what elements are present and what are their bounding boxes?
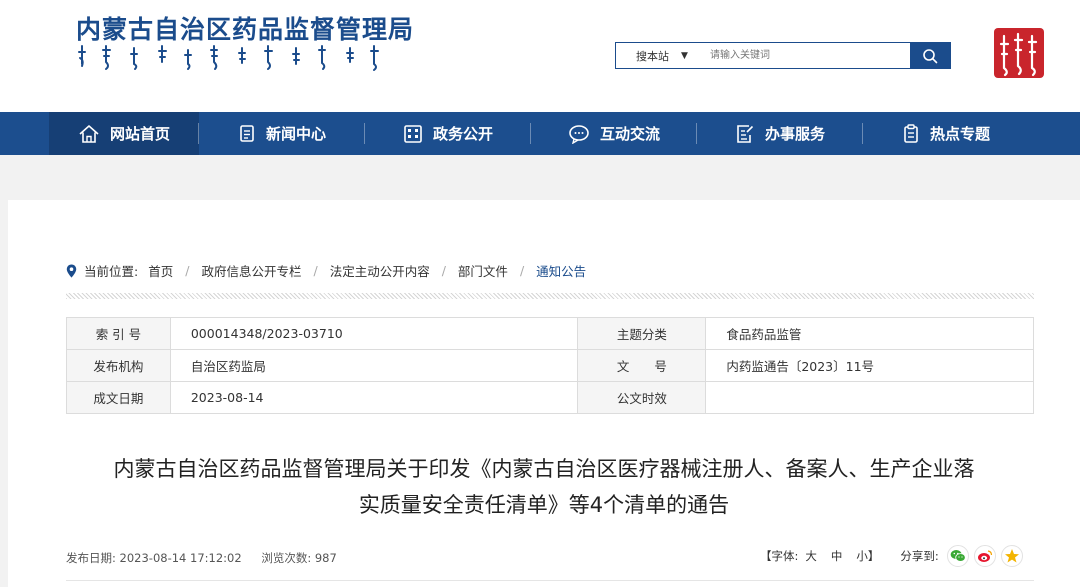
article-title: 内蒙古自治区药品监督管理局关于印发《内蒙古自治区医疗器械注册人、备案人、生产企业…	[58, 451, 1030, 523]
site-title[interactable]: 内蒙古自治区药品监督管理局	[76, 10, 414, 46]
table-row: 索 引 号 000014348/2023-03710 主题分类 食品药品监管	[66, 317, 1034, 350]
article-tools: 【字体: 大 中 小】 分享到:	[760, 545, 1028, 567]
table-row: 成文日期 2023-08-14 公文时效	[66, 381, 1034, 414]
breadcrumb-item-home[interactable]: 首页	[148, 261, 173, 280]
meta-label-topic: 主题分类	[577, 317, 707, 350]
nav-item-label: 办事服务	[764, 125, 825, 143]
meta-label-index: 索 引 号	[66, 317, 171, 350]
meta-value-topic: 食品药品监管	[705, 317, 1034, 350]
meta-label-publisher: 发布机构	[66, 349, 171, 382]
font-size-medium-button[interactable]: 中	[831, 548, 843, 564]
nav-item-label: 新闻中心	[265, 125, 326, 143]
nav-item-label: 网站首页	[109, 125, 170, 143]
mongolian-logo-graphic	[78, 45, 379, 71]
article-meta: 发布日期: 2023-08-14 17:12:02 浏览次数: 987	[66, 550, 353, 566]
font-size-prefix: 【字体:	[760, 549, 799, 563]
article-title-line-1: 内蒙古自治区药品监督管理局关于印发《内蒙古自治区医疗器械注册人、备案人、生产企业…	[113, 457, 975, 481]
breadcrumb-separator: /	[519, 263, 525, 278]
meta-value-publisher: 自治区药监局	[169, 349, 579, 382]
edit-doc-icon	[737, 124, 754, 143]
main-nav: 网站首页 新闻中心 政务公开 互动交流 办事服务 热点专题	[0, 112, 1080, 155]
seal-glyph-graphic	[999, 32, 1038, 77]
share-qzone-button[interactable]	[1000, 545, 1023, 567]
breadcrumb: 当前位置: 首页 / 政府信息公开专栏 / 法定主动公开内容 / 部门文件 / …	[66, 261, 586, 280]
nav-item-label: 热点专题	[929, 125, 990, 143]
hatched-divider	[66, 293, 1034, 299]
weibo-icon	[977, 550, 992, 562]
breadcrumb-separator: /	[313, 263, 318, 278]
nav-item-label: 互动交流	[599, 125, 660, 143]
location-pin-icon	[66, 264, 77, 278]
publish-date: 发布日期: 2023-08-14 17:12:02	[66, 551, 242, 565]
breadcrumb-separator: /	[441, 263, 446, 278]
font-size-large-button[interactable]: 大	[805, 548, 817, 564]
breadcrumb-item-dept-docs[interactable]: 部门文件	[458, 261, 508, 280]
breadcrumb-separator: /	[185, 263, 190, 278]
nav-item-hot-topics[interactable]: 热点专题	[863, 112, 1029, 155]
view-count: 浏览次数: 987	[261, 551, 337, 565]
content-divider	[66, 580, 1034, 581]
star-icon	[1004, 549, 1019, 563]
search-input[interactable]	[708, 43, 910, 68]
search-button[interactable]	[910, 43, 950, 68]
meta-label-validity: 公文时效	[577, 381, 707, 414]
chat-icon	[569, 124, 589, 144]
report-icon	[904, 123, 918, 143]
share-weibo-button[interactable]	[973, 545, 996, 567]
article-title-line-2: 实质量安全责任清单》等4个清单的通告	[358, 493, 730, 517]
nav-item-news[interactable]: 新闻中心	[199, 112, 365, 155]
home-icon	[79, 124, 99, 143]
nav-item-home[interactable]: 网站首页	[49, 112, 199, 155]
document-meta-table: 索 引 号 000014348/2023-03710 主题分类 食品药品监管 发…	[66, 317, 1034, 414]
nav-item-label: 政务公开	[432, 125, 493, 143]
meta-value-validity	[705, 381, 1034, 414]
share-label: 分享到:	[900, 549, 939, 563]
search-icon	[923, 48, 938, 63]
nav-item-services[interactable]: 办事服务	[697, 112, 863, 155]
seal-logo	[994, 28, 1044, 78]
breadcrumb-item-gov-info[interactable]: 政府信息公开专栏	[201, 261, 301, 280]
search-scope-select[interactable]: 搜本站 ▼	[616, 43, 708, 68]
meta-value-date: 2023-08-14	[169, 381, 579, 414]
caret-down-icon: ▼	[681, 50, 688, 61]
breadcrumb-item-current[interactable]: 通知公告	[536, 261, 586, 280]
search-box: 搜本站 ▼	[615, 42, 951, 69]
meta-label-date: 成文日期	[66, 381, 171, 414]
news-icon	[240, 124, 254, 142]
site-header: 内蒙古自治区药品监督管理局 搜本站 ▼	[0, 0, 1080, 112]
meta-label-docno: 文 号	[577, 349, 707, 382]
content-card: 当前位置: 首页 / 政府信息公开专栏 / 法定主动公开内容 / 部门文件 / …	[8, 200, 1080, 587]
breadcrumb-item-statutory[interactable]: 法定主动公开内容	[330, 261, 430, 280]
table-row: 发布机构 自治区药监局 文 号 内药监通告〔2023〕11号	[66, 349, 1034, 382]
search-scope-label: 搜本站	[636, 49, 670, 63]
font-size-small-button[interactable]: 小】	[856, 548, 879, 564]
nav-item-government-affairs[interactable]: 政务公开	[365, 112, 531, 155]
wechat-icon	[950, 550, 966, 562]
breadcrumb-prefix: 当前位置:	[84, 264, 139, 279]
meta-value-index: 000014348/2023-03710	[169, 317, 579, 350]
nav-item-interaction[interactable]: 互动交流	[531, 112, 697, 155]
meta-value-docno: 内药监通告〔2023〕11号	[705, 349, 1034, 382]
building-icon	[404, 124, 422, 143]
share-wechat-button[interactable]	[946, 545, 969, 567]
